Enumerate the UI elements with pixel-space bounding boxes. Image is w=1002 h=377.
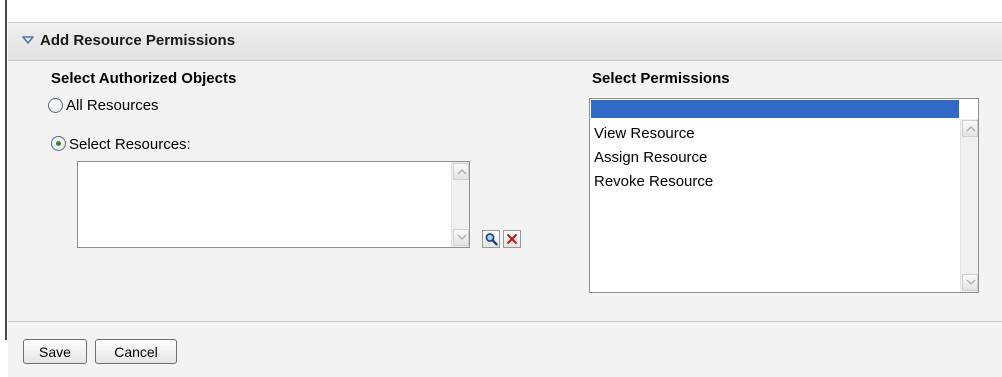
scroll-down-arrow-icon [966, 279, 976, 286]
select-resources-label: Select Resources: [69, 136, 191, 153]
remove-resource-button[interactable] [503, 230, 521, 248]
panel-title: Add Resource Permissions [40, 32, 236, 49]
permissions-listbox[interactable]: View Resource Assign Resource Revoke Res… [589, 98, 979, 293]
add-resource-permissions-panel: Add Resource Permissions Select Authoriz… [8, 22, 1002, 377]
permissions-scroll-down-button[interactable] [962, 274, 978, 291]
left-border-line [5, 0, 7, 340]
panel-footer: Save Cancel [8, 321, 1002, 377]
clipped-heading-strip [0, 0, 1002, 8]
selected-resources-listbox[interactable] [77, 161, 470, 248]
save-button[interactable]: Save [23, 339, 87, 364]
page: Add Resource Permissions Select Authoriz… [0, 0, 1002, 377]
scroll-down-arrow-icon [457, 234, 467, 241]
authorized-objects-heading: Select Authorized Objects [51, 70, 237, 87]
permission-option-revoke-resource[interactable]: Revoke Resource [594, 173, 713, 190]
permission-option-view-resource[interactable]: View Resource [594, 125, 695, 142]
scroll-up-arrow-icon [966, 125, 976, 132]
cancel-button[interactable]: Cancel [95, 339, 177, 364]
permissions-heading: Select Permissions [592, 70, 730, 87]
magnifier-icon [485, 233, 498, 246]
permissions-scroll-up-button[interactable] [962, 120, 978, 137]
resources-scrollbar[interactable] [451, 162, 469, 247]
all-resources-radio[interactable] [48, 98, 63, 113]
radio-selected-dot [56, 141, 61, 146]
panel-header[interactable]: Add Resource Permissions [8, 23, 1002, 61]
all-resources-label: All Resources [66, 97, 159, 114]
permissions-scrollbar[interactable] [960, 119, 978, 292]
select-resources-radio[interactable] [51, 136, 66, 151]
permission-option-blank-selected[interactable] [591, 100, 959, 118]
permission-option-assign-resource[interactable]: Assign Resource [594, 149, 707, 166]
scroll-down-button[interactable] [453, 229, 469, 246]
red-x-icon [506, 233, 518, 245]
scroll-up-button[interactable] [453, 163, 469, 180]
scroll-up-arrow-icon [457, 168, 467, 175]
search-resources-button[interactable] [482, 230, 500, 248]
chevron-down-icon[interactable] [22, 35, 34, 45]
